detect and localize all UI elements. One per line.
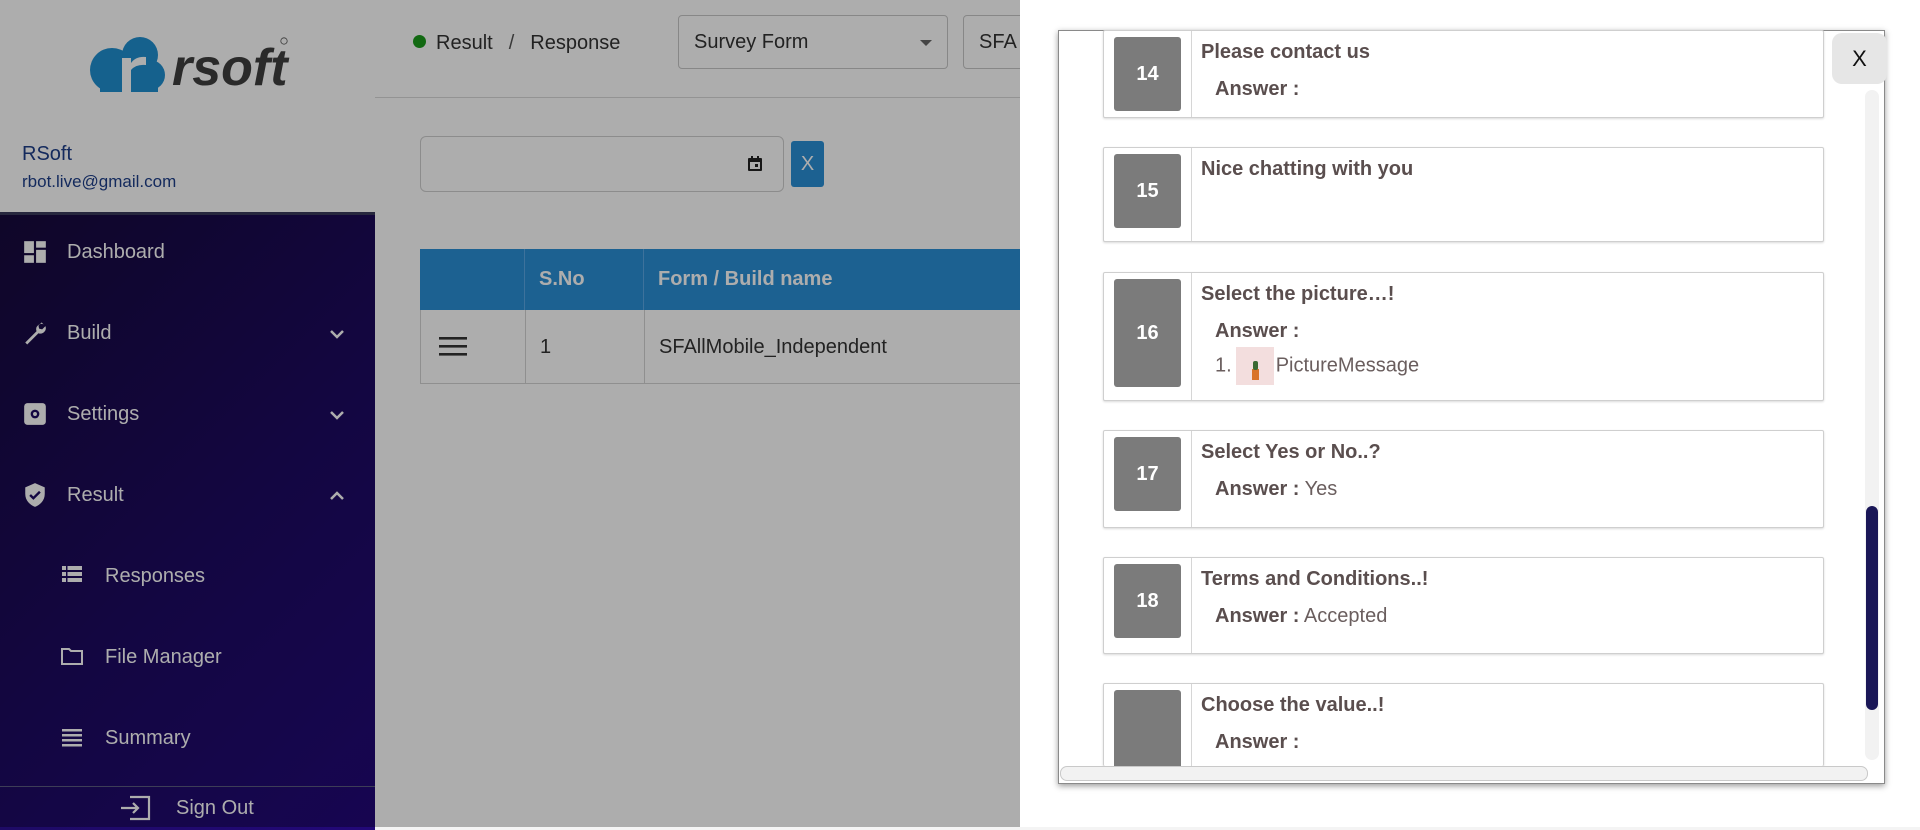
answer-label: Answer : (1215, 478, 1300, 500)
question-card-19: Choose the value..! Answer : (1103, 683, 1824, 766)
close-modal-button[interactable]: X (1832, 33, 1887, 84)
question-title: Nice chatting with you (1201, 158, 1414, 180)
question-card-16: 16 Select the picture…! Answer : 1. Pictu… (1103, 272, 1824, 401)
cactus-picture-icon (1251, 361, 1259, 380)
answer-label: Answer : (1215, 605, 1300, 627)
answer-label: Answer : (1215, 320, 1300, 342)
question-card-14: 14 Please contact us Answer : (1103, 30, 1824, 118)
horizontal-scrollbar[interactable] (1060, 766, 1868, 781)
question-card-17: 17 Select Yes or No..? Answer : Yes (1103, 430, 1824, 528)
divider (1191, 273, 1192, 400)
question-number (1114, 690, 1181, 766)
picture-thumbnail[interactable] (1235, 347, 1274, 385)
divider (1191, 684, 1192, 766)
item-text: PictureMessage (1275, 354, 1420, 377)
answer-line: Answer : (1215, 320, 1299, 343)
picture-answer-item: 1. PictureMessage (1215, 347, 1419, 385)
question-title: Select the picture…! (1201, 283, 1395, 305)
question-title: Choose the value..! (1201, 694, 1385, 716)
divider (1191, 31, 1192, 117)
answer-label: Answer : (1215, 731, 1300, 753)
divider (1191, 148, 1192, 241)
divider (1191, 431, 1192, 527)
answer-value: Yes (1304, 478, 1338, 500)
scrollbar-thumb[interactable] (1866, 506, 1878, 710)
question-title: Terms and Conditions..! (1201, 568, 1429, 590)
question-card-18: 18 Terms and Conditions..! Answer : Acce… (1103, 557, 1824, 654)
question-number: 18 (1114, 564, 1181, 638)
item-index: 1. (1215, 354, 1232, 377)
answer-line: Answer : (1215, 731, 1299, 754)
answer-label: Answer : (1215, 78, 1300, 100)
answer-value: Accepted (1303, 605, 1388, 627)
question-number: 16 (1114, 279, 1181, 387)
answer-line: Answer : Yes (1215, 478, 1337, 501)
answer-line: Answer : (1215, 78, 1299, 101)
divider (1191, 558, 1192, 653)
question-card-15: 15 Nice chatting with you (1103, 147, 1824, 242)
response-scroll-area[interactable] (1058, 30, 1885, 784)
question-number: 15 (1114, 154, 1181, 228)
question-number: 17 (1114, 437, 1181, 511)
question-number: 14 (1114, 37, 1181, 111)
answer-line: Answer : Accepted (1215, 605, 1387, 628)
question-title: Please contact us (1201, 41, 1370, 63)
question-title: Select Yes or No..? (1201, 441, 1381, 463)
